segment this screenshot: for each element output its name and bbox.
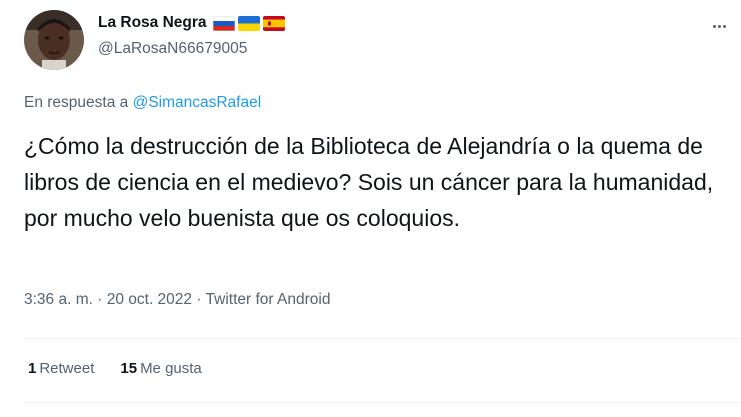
ukraine-flag-icon [237,15,260,31]
spain-flag-icon [262,15,285,31]
meta-separator: · [192,291,206,308]
retweets-count: 1 [28,360,37,377]
tweet-meta: 3:36 a. m. · 20 oct. 2022 · Twitter for … [24,291,330,309]
more-options-icon[interactable] [706,16,732,36]
likes-stat[interactable]: 15 Me gusta [120,360,201,377]
avatar-image [24,10,84,70]
avatar[interactable] [24,10,84,70]
divider [24,402,741,403]
divider [24,338,741,339]
meta-separator: · [92,291,107,308]
retweets-stat[interactable]: 1 Retweet [28,360,94,377]
reply-context: En respuesta a @SimancasRafael [24,94,261,112]
author-handle[interactable]: @LaRosaN66679005 [98,40,247,58]
tweet-text: ¿Cómo la destrucción de la Biblioteca de… [24,133,714,231]
tweet-date-link[interactable]: 20 oct. 2022 [107,291,192,308]
flags [212,15,285,31]
tweet-stats: 1 Retweet 15 Me gusta [28,360,202,377]
tweet-source-link[interactable]: Twitter for Android [206,291,331,308]
reply-prefix: En respuesta a [24,94,133,111]
retweets-label: Retweet [39,360,95,377]
tweet-time-link[interactable]: 3:36 a. m. [24,291,93,308]
likes-label: Me gusta [140,360,202,377]
likes-count: 15 [120,360,138,377]
author-display-name-row[interactable]: La Rosa Negra [98,14,285,32]
russia-flag-icon [212,15,235,31]
author-display-name[interactable]: La Rosa Negra [98,14,207,32]
reply-mention-link[interactable]: @SimancasRafael [133,94,262,111]
